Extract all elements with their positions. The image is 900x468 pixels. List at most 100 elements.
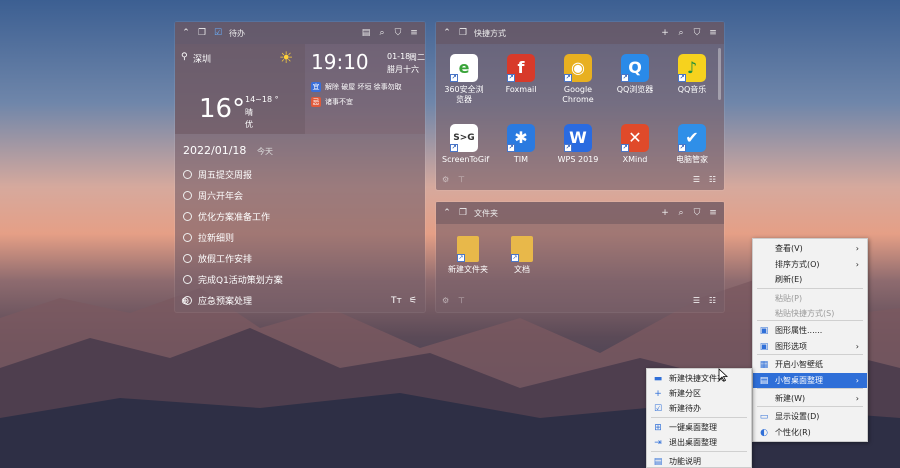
menu-icon[interactable]: ≡ (708, 208, 718, 218)
pin-icon[interactable]: ⊤ (458, 296, 465, 305)
shirt-icon[interactable]: ⛉ (692, 208, 702, 218)
folder-item[interactable]: ↗ 文档 (500, 236, 544, 275)
todo-item[interactable]: 周五提交周报 (183, 168, 252, 181)
scrollbar[interactable] (718, 48, 721, 100)
calendar-icon[interactable]: ▤ (361, 28, 371, 38)
submenu-item[interactable]: ⇥ 退出桌面整理 (647, 435, 751, 450)
todo-item-label: 周六开年会 (198, 192, 244, 202)
view-toggle-icon[interactable]: ☰ (693, 175, 700, 184)
todo-item[interactable]: 应急预案处理 (183, 294, 252, 307)
menu-item[interactable]: ▤ 小智桌面整理 › (753, 373, 867, 388)
menu-item[interactable]: ▭ 显示设置(D) (753, 409, 867, 424)
shortcut-item[interactable]: ✱ ↗ TIM (499, 124, 543, 165)
shortcut-arrow-icon: ↗ (564, 74, 572, 82)
shortcut-item[interactable]: ✔ ↗ 电脑管家 (670, 124, 714, 165)
menu-item-label: 小智桌面整理 (775, 376, 823, 385)
shortcut-label: WPS 2019 (557, 155, 599, 164)
shortcut-arrow-icon: ↗ (678, 74, 686, 82)
todo-item[interactable]: 放假工作安排 (183, 252, 252, 265)
todo-checkbox[interactable] (183, 212, 192, 221)
shortcut-item[interactable]: f ↗ Foxmail (499, 54, 543, 95)
todo-item[interactable]: 周六开年会 (183, 189, 243, 202)
add-circle-icon[interactable]: ⊕ (181, 296, 189, 307)
todo-item[interactable]: 拉新细则 (183, 231, 234, 244)
shortcut-item[interactable]: ◉ ↗ Google Chrome (556, 54, 600, 105)
todo-checkbox[interactable] (183, 254, 192, 263)
menu-item[interactable]: 新建(W) › (753, 391, 867, 406)
shortcut-label: XMind (622, 155, 648, 164)
shortcut-arrow-icon: ↗ (621, 144, 629, 152)
todo-checkbox[interactable] (183, 275, 192, 284)
menu-item[interactable]: ▦ 开启小智壁纸 (753, 357, 867, 372)
pin-icon[interactable]: ⊤ (458, 175, 465, 184)
app-icon: ◉ ↗ (564, 54, 592, 82)
menu-separator (757, 388, 863, 389)
filter-icon[interactable]: ⚟ (409, 296, 417, 306)
shirt-icon[interactable]: ⛉ (692, 28, 702, 38)
search-icon[interactable]: ⌕ (377, 28, 387, 38)
shortcut-label: Foxmail (505, 85, 537, 94)
shortcut-item[interactable]: ✕ ↗ XMind (613, 124, 657, 165)
menu-icon[interactable]: ≡ (409, 28, 419, 38)
search-icon[interactable]: ⌕ (676, 28, 686, 38)
menu-item[interactable]: 刷新(E) (753, 272, 867, 287)
submenu-item[interactable]: ☑ 新建待办 (647, 401, 751, 416)
submenu-item[interactable]: ▤ 功能说明 (647, 454, 751, 468)
shortcut-item[interactable]: S>G ↗ ScreenToGif (442, 124, 489, 165)
settings-icon[interactable]: ⚙ (442, 296, 449, 305)
submenu-item-icon: ☑ (653, 403, 663, 414)
shortcut-item[interactable]: Q ↗ QQ浏览器 (613, 54, 657, 95)
menu-item[interactable]: ▣ 图形选项 › (753, 339, 867, 354)
view-toggle-icon[interactable]: ☰ (693, 296, 700, 305)
menu-item[interactable]: ◐ 个性化(R) (753, 425, 867, 440)
list-view-icon[interactable]: ☷ (709, 296, 716, 305)
shortcut-arrow-icon: ↗ (450, 144, 458, 152)
shortcut-arrow-icon: ↗ (507, 144, 515, 152)
shortcut-arrow-icon: ↗ (507, 74, 515, 82)
copy-icon[interactable]: ❐ (458, 28, 468, 38)
todo-item[interactable]: 完成Q1活动策划方案 (183, 273, 283, 286)
submenu-item[interactable]: ⊞ 一键桌面整理 (647, 420, 751, 435)
shortcut-item[interactable]: W ↗ WPS 2019 (556, 124, 600, 165)
menu-icon[interactable]: ≡ (708, 28, 718, 38)
add-icon[interactable]: + (660, 208, 670, 218)
submenu-item[interactable]: ▬ 新建快捷文件夹 (647, 371, 751, 386)
chevron-up-icon[interactable]: ⌃ (181, 28, 191, 38)
shortcut-label: TIM (513, 155, 529, 164)
folder-item-label: 新建文件夹 (448, 265, 488, 274)
todo-item[interactable]: 优化方案准备工作 (183, 210, 270, 223)
menu-separator (757, 288, 863, 289)
shirt-icon[interactable]: ⛉ (393, 28, 403, 38)
weather-widget[interactable]: ⚲ 深圳 ☀ 16° 14~18 ° 晴 优 (175, 44, 305, 134)
clock-time: 19:10 (311, 50, 369, 74)
shortcut-item[interactable]: ♪ ↗ QQ音乐 (670, 54, 714, 95)
menu-item-label: 开启小智壁纸 (775, 360, 823, 369)
todo-item-label: 完成Q1活动策划方案 (198, 276, 283, 286)
almanac-good: 解除 破屋 坏垣 徐事勿取 (325, 83, 402, 91)
shortcuts-panel: ⌃ ❐ 快捷方式 + ⌕ ⛉ ≡ e ↗ 360安全浏览器 f ↗ Foxmail ◉ ↗ Go… (436, 22, 724, 190)
text-format-icon[interactable]: Tт (391, 296, 402, 306)
add-icon[interactable]: + (660, 28, 670, 38)
menu-item[interactable]: ▣ 图形属性...... (753, 323, 867, 338)
list-view-icon[interactable]: ☷ (709, 175, 716, 184)
menu-item[interactable]: 排序方式(O) › (753, 257, 867, 272)
todo-checkbox[interactable] (183, 170, 192, 179)
todo-checkbox[interactable] (183, 233, 192, 242)
todo-checkbox[interactable] (183, 191, 192, 200)
copy-icon[interactable]: ❐ (458, 208, 468, 218)
menu-item-label: 排序方式(O) (775, 260, 820, 269)
chevron-up-icon[interactable]: ⌃ (442, 28, 452, 38)
shortcut-item[interactable]: e ↗ 360安全浏览器 (442, 54, 486, 105)
shortcut-arrow-icon: ↗ (678, 144, 686, 152)
copy-icon[interactable]: ❐ (197, 28, 207, 38)
menu-item[interactable]: 查看(V) › (753, 241, 867, 256)
submenu-item[interactable]: + 新建分区 (647, 386, 751, 401)
folder-item-label: 文档 (514, 265, 530, 274)
shortcuts-panel-title: 快捷方式 (474, 28, 506, 38)
chevron-up-icon[interactable]: ⌃ (442, 208, 452, 218)
settings-icon[interactable]: ⚙ (442, 175, 449, 184)
folder-item[interactable]: ↗ 新建文件夹 (444, 236, 492, 275)
menu-item-label: 个性化(R) (775, 428, 811, 437)
search-icon[interactable]: ⌕ (676, 208, 686, 218)
menu-item-label: 粘贴(P) (775, 294, 803, 303)
